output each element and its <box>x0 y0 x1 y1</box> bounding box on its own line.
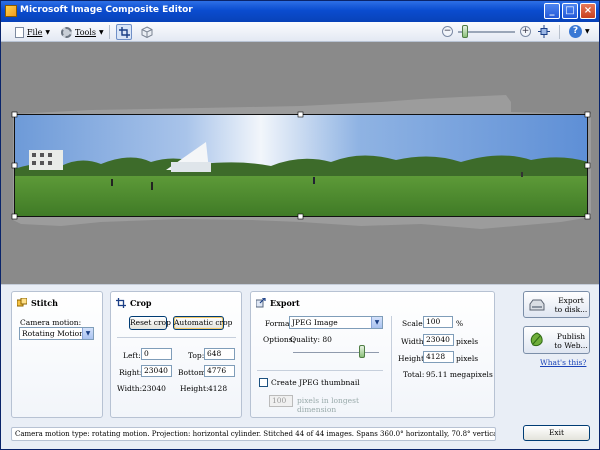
camera-motion-select[interactable]: Rotating Motion ▼ <box>19 327 94 340</box>
crop-right-label: Right: <box>119 368 143 377</box>
thumbnail-size-field[interactable]: 100 <box>269 395 293 407</box>
whats-this-link[interactable]: What's this? <box>540 358 586 367</box>
camera-motion-value: Rotating Motion <box>22 329 85 338</box>
total-value: 95.11 megapixels <box>426 370 493 379</box>
format-value: JPEG Image <box>292 318 338 327</box>
view-3d-button[interactable] <box>139 24 155 40</box>
fit-to-window-button[interactable] <box>538 25 550 38</box>
export-title: Export <box>270 298 300 308</box>
fit-to-window-icon <box>538 25 550 38</box>
crop-top-label: Top: <box>188 351 205 360</box>
crop-panel: Crop Reset crop Automatic crop Left: 0 T… <box>110 291 242 418</box>
export-vertical-divider <box>391 316 392 412</box>
export-to-disk-label-1: Export <box>558 296 584 305</box>
toolbar: File ▼ Tools ▼ − + ? ▼ <box>1 22 599 42</box>
export-width-field[interactable]: 23040 <box>423 334 454 346</box>
format-select[interactable]: JPEG Image ▼ <box>289 316 383 329</box>
chevron-down-icon: ▼ <box>99 28 104 36</box>
stitch-panel-header: Stitch <box>17 298 58 308</box>
crop-tool-button[interactable] <box>116 24 132 40</box>
quality-slider-thumb[interactable] <box>358 345 365 358</box>
quality-slider-track[interactable] <box>293 352 379 353</box>
chevron-down-icon[interactable]: ▼ <box>82 328 93 339</box>
crop-icon <box>119 27 130 38</box>
publish-to-web-label-1: Publish <box>556 332 586 341</box>
stitch-panel: Stitch Camera motion: Rotating Motion ▼ <box>11 291 103 418</box>
help-icon[interactable]: ? <box>569 25 582 38</box>
file-icon <box>15 26 24 38</box>
crop-left-label: Left: <box>123 351 141 360</box>
reset-crop-button[interactable]: Reset crop <box>129 316 171 330</box>
export-divider <box>257 370 383 371</box>
window-title: Microsoft Image Composite Editor <box>20 5 193 15</box>
camera-motion-label: Camera motion: <box>20 318 82 327</box>
crop-height-label: Height: <box>180 384 209 393</box>
thumbnail-size-label-1: pixels in longest <box>297 396 359 405</box>
total-label: Total: <box>403 370 425 379</box>
toolbar-divider <box>559 25 560 39</box>
scale-field[interactable]: 100 <box>423 316 453 328</box>
export-height-field[interactable]: 4128 <box>423 351 454 363</box>
panorama-canvas[interactable] <box>1 42 599 284</box>
quality-label: Quality: 80 <box>290 335 332 344</box>
crop-width-label: Width: <box>117 384 143 393</box>
file-menu[interactable]: File ▼ <box>15 25 50 39</box>
export-to-disk-button[interactable]: Export to disk... <box>523 291 590 318</box>
crop-height-value: 4128 <box>208 384 228 393</box>
publish-web-icon <box>530 332 543 347</box>
crop-panel-header: Crop <box>116 298 152 308</box>
zoom-in-button[interactable]: + <box>520 26 531 37</box>
chevron-down-icon[interactable]: ▼ <box>371 317 382 328</box>
chevron-down-icon[interactable]: ▼ <box>585 28 590 35</box>
minimize-button[interactable]: _ <box>544 3 560 19</box>
status-bar: Camera motion type: rotating motion. Pro… <box>11 427 496 441</box>
thumbnail-size-label-2: dimension <box>297 405 337 414</box>
crop-left-field[interactable]: 0 <box>141 348 172 360</box>
scale-label: Scale: <box>402 319 426 328</box>
exit-button[interactable]: Exit <box>523 425 590 441</box>
crop-right-field[interactable]: 23040 <box>141 365 172 377</box>
automatic-crop-button[interactable]: Automatic crop <box>173 316 232 330</box>
tools-menu-label: Tools <box>75 27 97 37</box>
crop-divider <box>117 337 236 338</box>
cube-icon <box>141 26 153 38</box>
app-window: Microsoft Image Composite Editor _ □ × F… <box>0 0 600 450</box>
export-panel-header: Export <box>256 298 300 308</box>
stitch-title: Stitch <box>31 298 58 308</box>
scale-unit: % <box>456 319 464 328</box>
stitch-icon <box>17 298 27 307</box>
export-to-disk-label-2: to disk... <box>554 305 588 314</box>
disk-icon <box>529 299 545 311</box>
panorama-image <box>11 95 591 229</box>
title-bar[interactable]: Microsoft Image Composite Editor _ □ × <box>1 1 599 22</box>
crop-width-value: 23040 <box>142 384 166 393</box>
tools-menu[interactable]: Tools ▼ <box>61 25 104 39</box>
file-menu-label: File <box>27 27 43 37</box>
crop-bottom-field[interactable]: 4776 <box>204 365 235 377</box>
export-width-unit: pixels <box>456 337 479 346</box>
zoom-slider-thumb[interactable] <box>462 25 468 38</box>
crop-title: Crop <box>130 298 152 308</box>
crop-top-field[interactable]: 648 <box>204 348 235 360</box>
app-icon <box>5 5 17 17</box>
toolbar-divider <box>109 25 110 39</box>
create-thumbnail-checkbox[interactable] <box>259 378 268 387</box>
maximize-button[interactable]: □ <box>562 3 578 19</box>
publish-to-web-label-2: to Web... <box>554 341 588 350</box>
publish-to-web-button[interactable]: Publish to Web... <box>523 326 590 354</box>
gear-icon <box>61 26 72 38</box>
crop-icon <box>116 298 126 308</box>
export-height-unit: pixels <box>456 354 479 363</box>
zoom-out-button[interactable]: − <box>442 26 453 37</box>
close-button[interactable]: × <box>580 3 596 19</box>
export-panel: Export Format: JPEG Image ▼ Options: Qua… <box>250 291 495 418</box>
create-thumbnail-label: Create JPEG thumbnail <box>271 378 360 387</box>
chevron-down-icon: ▼ <box>45 28 51 36</box>
export-icon <box>256 298 266 308</box>
